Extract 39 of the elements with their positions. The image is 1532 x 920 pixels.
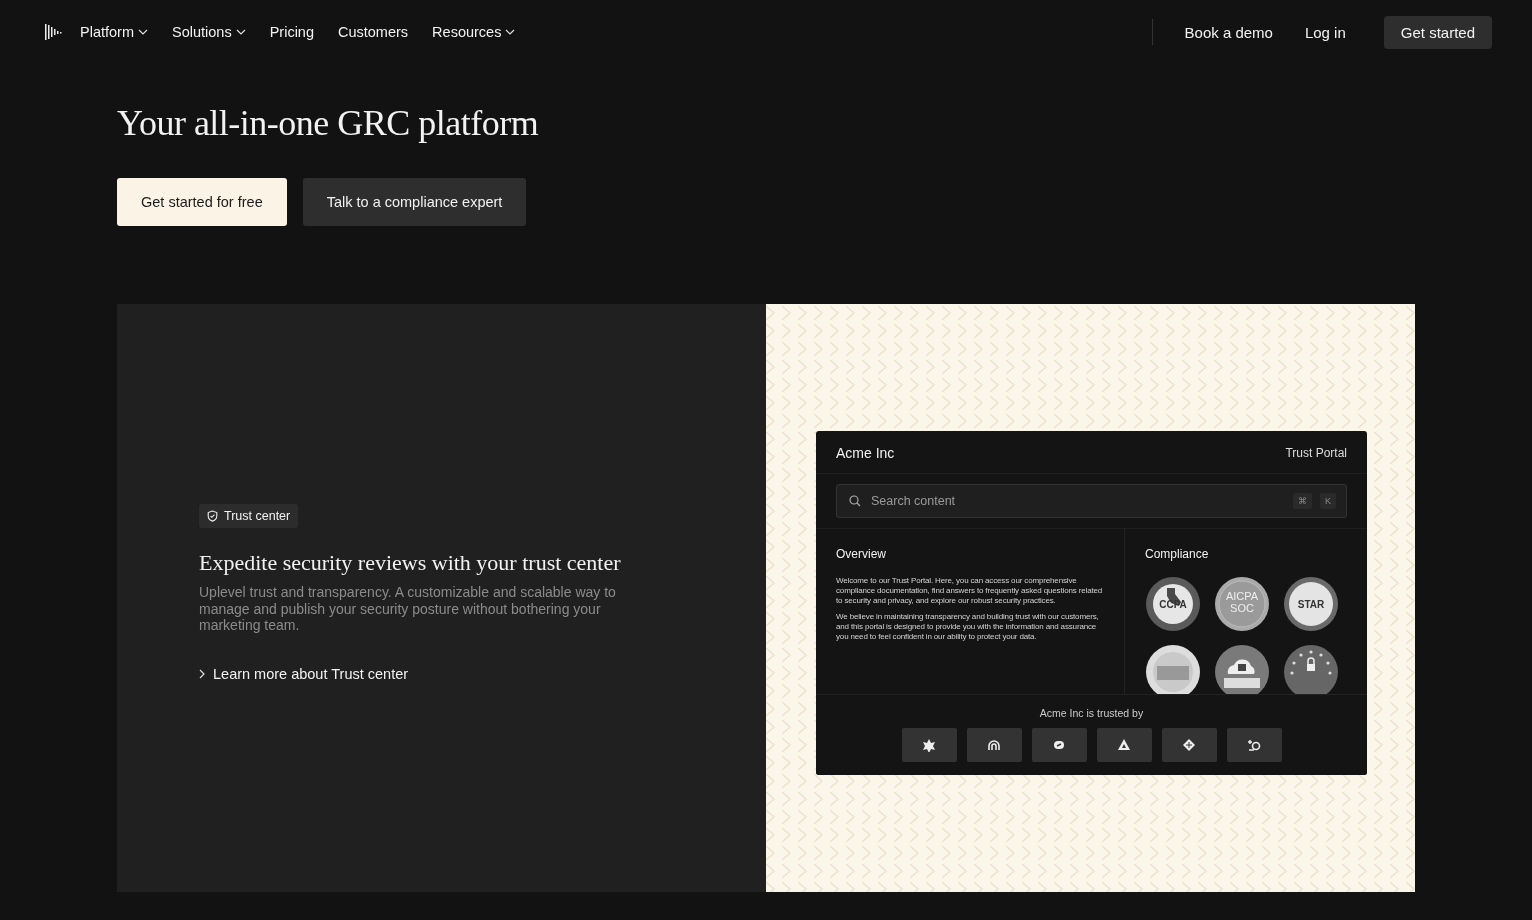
- shortcut-key: K: [1320, 493, 1336, 509]
- certification-badge: STAR: [1283, 576, 1339, 632]
- loop-logo-icon: [1052, 738, 1066, 752]
- nav-link[interactable]: Book a demo: [1184, 23, 1273, 41]
- nav-link[interactable]: Log in: [1304, 23, 1346, 41]
- learn-more-link[interactable]: Learn more about Trust center: [199, 665, 409, 682]
- certification-badge: AICPA SOC: [1214, 576, 1270, 632]
- hero-heading: Your all-in-one GRC platform: [117, 102, 540, 144]
- overview-paragraph: We believe in maintaining transparency and building trust with our customers, and this portal is designed to provide you with the information and assurance you need to feel confident in our ability to protect your data.: [836, 612, 1100, 642]
- nav-item[interactable]: Platform: [80, 24, 148, 40]
- search-field[interactable]: Search content ⌘ K: [836, 484, 1347, 518]
- sparkle-logo-icon: [1247, 738, 1261, 752]
- certification-badge: [1283, 644, 1339, 694]
- get-started-button[interactable]: Get started: [1383, 15, 1492, 49]
- compliance-heading: Compliance: [1145, 547, 1210, 561]
- get-started-free-button[interactable]: Get started for free: [117, 178, 287, 226]
- search-icon: [849, 495, 861, 507]
- triangle-logo-icon: [1117, 738, 1131, 752]
- company-name: Acme Inc: [836, 445, 895, 461]
- shield-icon: [207, 510, 218, 523]
- nav-item[interactable]: Pricing: [269, 24, 314, 40]
- nav-item[interactable]: Customers: [338, 24, 409, 40]
- diamond-logo-icon: [1182, 738, 1196, 752]
- overview-heading: Overview: [836, 547, 887, 561]
- feature-heading: Expedite security reviews with your trust center: [199, 550, 622, 577]
- logo-icon: [44, 23, 62, 41]
- nav-item[interactable]: Solutions: [172, 24, 246, 40]
- nav-item[interactable]: Resources: [432, 24, 516, 40]
- contact-expert-button[interactable]: Talk to a compliance expert: [302, 178, 527, 226]
- overview-paragraph: Welcome to our Trust Portal. Here, you can access our comprehensive compliance documentation, find answers to frequently asked questions related to security and privacy, and explore our robust security practices.: [836, 576, 1104, 606]
- tag-label: Trust center: [224, 509, 291, 524]
- search-input[interactable]: Search content: [869, 493, 1285, 509]
- arch-logo-icon: [987, 738, 1001, 752]
- portal-title: Trust Portal: [1285, 446, 1347, 460]
- burst-logo-icon: [922, 738, 936, 752]
- trusted-by-label: Acme Inc is trusted by: [1039, 707, 1144, 719]
- chevron-icon: [199, 668, 205, 679]
- shortcut-key: ⌘: [1293, 493, 1312, 509]
- feature-description: Uplevel trust and transparency. A customizable and scalable way to manage and publish your security posture without bothering your marketing team.: [199, 584, 617, 634]
